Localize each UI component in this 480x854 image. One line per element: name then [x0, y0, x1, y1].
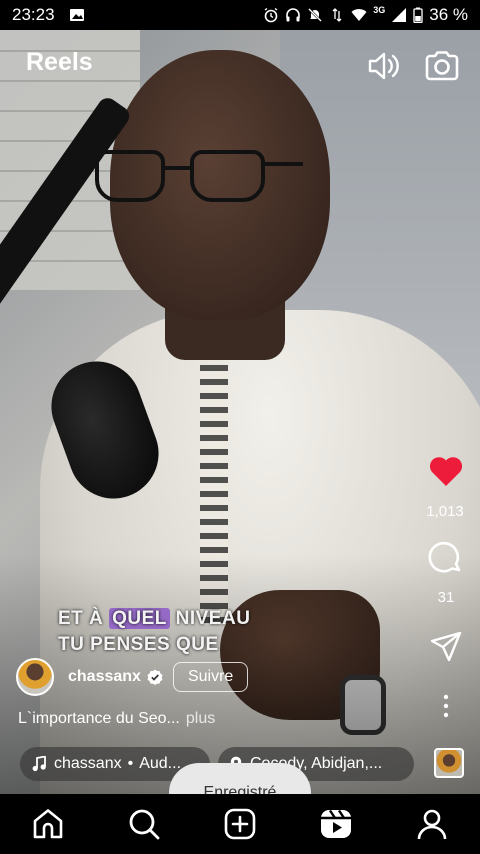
reel-description[interactable]: L`importance du Seo... plus	[18, 710, 215, 728]
speaker-glasses	[95, 150, 310, 210]
mute-icon	[308, 8, 323, 22]
headphones-icon	[286, 8, 301, 22]
comment-icon	[428, 541, 461, 573]
comment-button[interactable]	[426, 540, 466, 581]
like-count: 1,013	[426, 503, 464, 520]
like-button[interactable]	[426, 455, 466, 492]
follow-button[interactable]: Suivre	[172, 662, 249, 692]
comment-count-wrap: 31	[426, 585, 466, 606]
speaker-icon[interactable]	[366, 48, 402, 84]
like-count-wrap: 1,013	[420, 499, 470, 520]
author-username[interactable]: chassanx	[68, 668, 141, 686]
nav-create[interactable]	[220, 804, 260, 844]
avatar[interactable]	[16, 658, 54, 696]
heart-icon	[429, 457, 463, 486]
status-time: 23:23	[12, 5, 55, 24]
nav-search[interactable]	[124, 804, 164, 844]
audio-separator: •	[127, 755, 134, 772]
nav-profile[interactable]	[412, 804, 452, 844]
reels-icon	[321, 809, 351, 838]
more-options-button[interactable]	[426, 694, 466, 723]
nav-reels[interactable]	[316, 804, 356, 844]
comment-count: 31	[437, 589, 455, 606]
video-subtitle: ET À QUEL NIVEAU TU PENSES QUE	[58, 608, 251, 655]
share-button[interactable]	[426, 630, 466, 669]
audio-artist: chassanx	[54, 755, 122, 772]
battery-icon	[413, 7, 423, 23]
page-title: Reels	[26, 48, 93, 76]
profile-icon	[417, 809, 447, 840]
gallery-notification-icon	[69, 9, 84, 21]
camera-icon[interactable]	[424, 48, 460, 84]
audio-thumbnail[interactable]	[434, 748, 464, 778]
music-note-icon	[32, 756, 46, 772]
author-row: chassanx Suivre	[16, 658, 249, 696]
description-more-link[interactable]: plus	[186, 710, 215, 727]
description-text: L`importance du Seo...	[18, 710, 180, 727]
alarm-icon	[264, 7, 278, 23]
send-icon	[430, 631, 462, 662]
more-vertical-icon	[443, 694, 449, 718]
search-icon	[129, 809, 160, 840]
home-icon	[33, 809, 63, 839]
verified-badge-icon	[147, 669, 163, 685]
bottom-nav	[0, 794, 480, 854]
status-bar: 23:23 3G 36 %	[0, 0, 480, 30]
network-type: 3G	[373, 5, 386, 15]
signal-icon	[392, 8, 407, 22]
plus-square-icon	[224, 808, 256, 840]
battery-percent: 36 %	[429, 5, 468, 24]
nav-home[interactable]	[28, 804, 68, 844]
wifi-icon	[351, 9, 367, 21]
audio-track: Aud...	[139, 755, 182, 772]
data-arrows-icon	[332, 8, 342, 22]
